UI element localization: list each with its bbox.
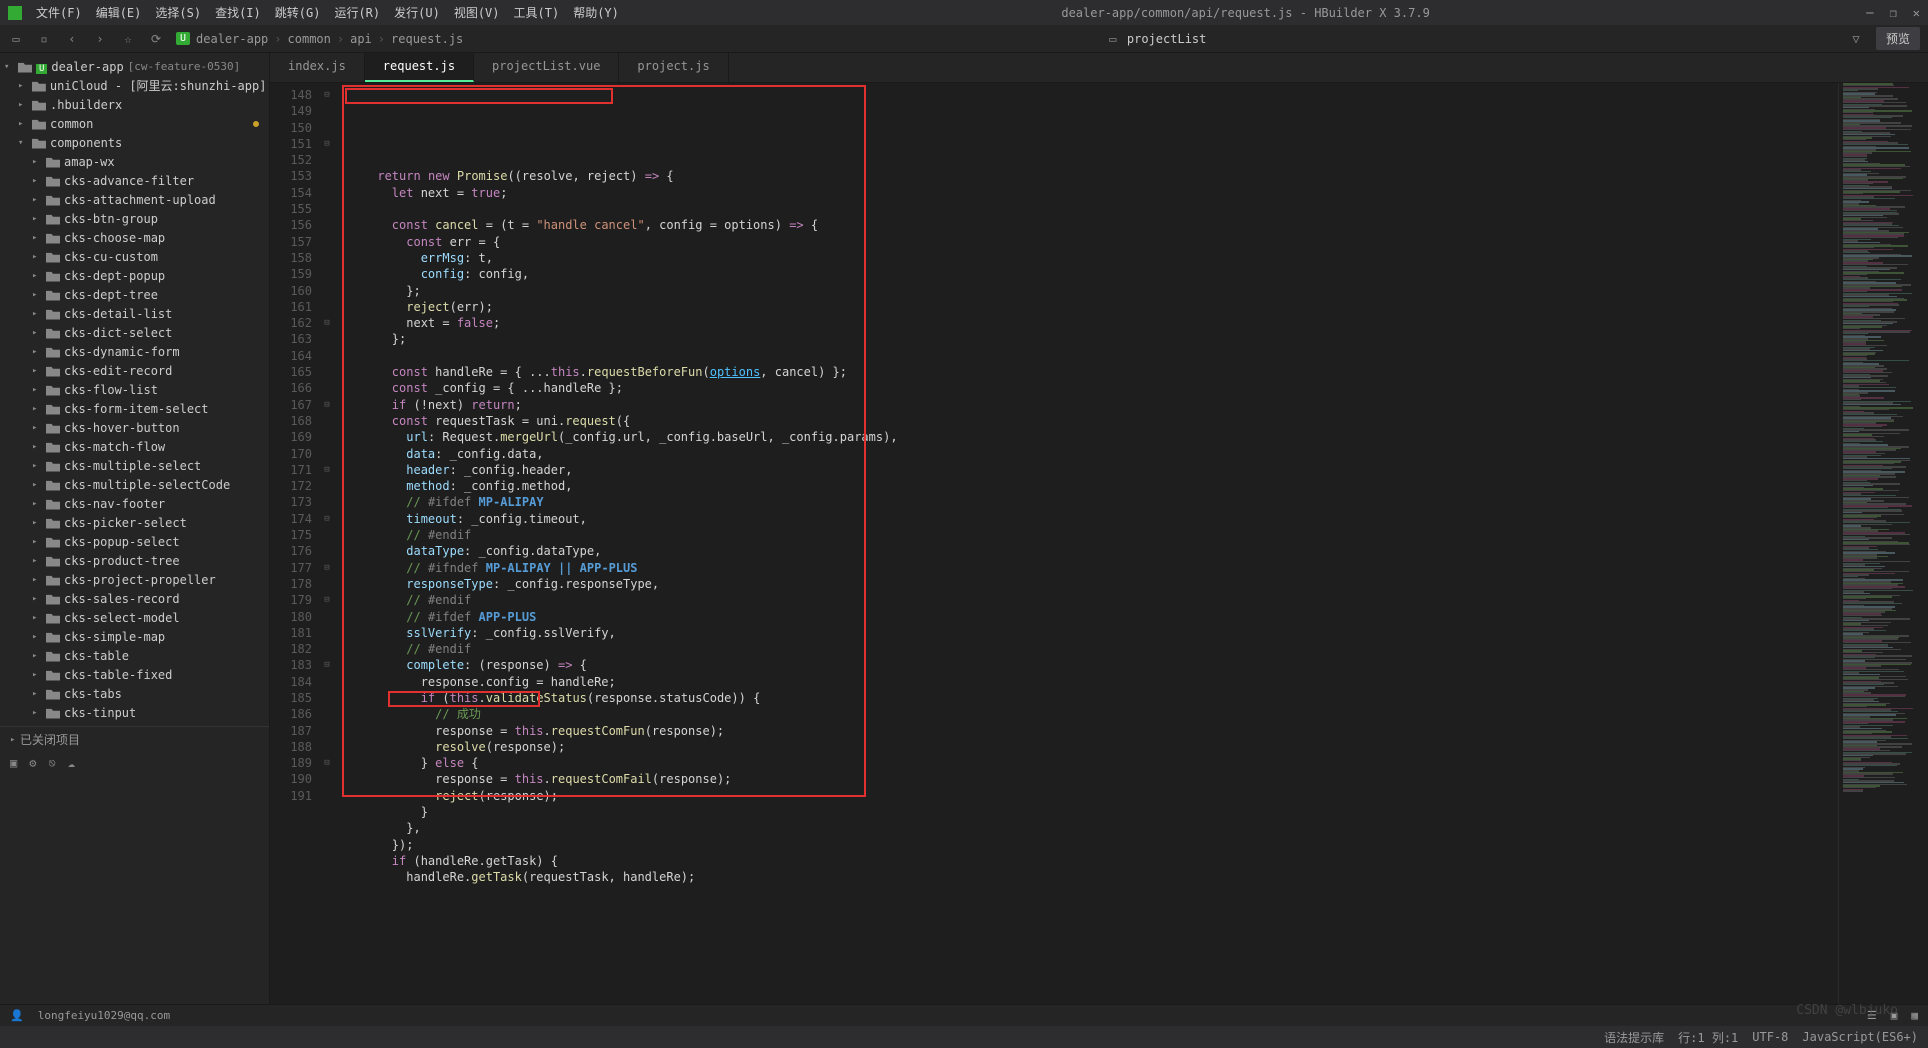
tab-project[interactable]: project.js — [619, 53, 728, 82]
menu-goto[interactable]: 跳转(G) — [269, 2, 327, 23]
watermark: CSDN @wlbjuko — [1796, 1003, 1898, 1018]
close-icon[interactable]: ✕ — [1913, 6, 1920, 20]
tree-item[interactable]: ▸cks-table-fixed — [0, 665, 269, 684]
bottom-statusbar: 语法提示库 行:1 列:1 UTF-8 JavaScript(ES6+) — [0, 1026, 1928, 1048]
fold-column[interactable]: ⊟⊟⊟⊟⊟⊟⊟⊟⊟⊟ — [320, 83, 334, 1004]
new-window-icon[interactable]: ▭ — [8, 31, 24, 47]
tree-item[interactable]: ▾Udealer-app[cw-feature-0530] — [0, 57, 269, 76]
account-email[interactable]: longfeiyu1029@qq.com — [38, 1009, 170, 1022]
link-icon[interactable]: ⎋ — [48, 756, 55, 770]
tree-item[interactable]: ▸cks-btn-group — [0, 209, 269, 228]
menu-help[interactable]: 帮助(Y) — [567, 2, 625, 23]
menu-tool[interactable]: 工具(T) — [508, 2, 566, 23]
tree-item[interactable]: ▸cks-dynamic-form — [0, 342, 269, 361]
tree-item[interactable]: ▸cks-multiple-select — [0, 456, 269, 475]
menu-file[interactable]: 文件(F) — [30, 2, 88, 23]
tree-item[interactable]: ▸.hbuilderx — [0, 95, 269, 114]
breadcrumb-p2[interactable]: api — [350, 32, 372, 46]
tree-item[interactable]: ▸cks-picker-select — [0, 513, 269, 532]
cloud-icon[interactable]: ☁ — [68, 756, 75, 770]
tree-item[interactable]: ▸cks-dept-popup — [0, 266, 269, 285]
tree-item[interactable]: ▸cks-advance-filter — [0, 171, 269, 190]
encoding[interactable]: UTF-8 — [1752, 1030, 1788, 1044]
tree-item[interactable]: ▸cks-nav-footer — [0, 494, 269, 513]
tree-item[interactable]: ▸cks-flow-list — [0, 380, 269, 399]
tree-item[interactable]: ▸cks-detail-list — [0, 304, 269, 323]
menu-find[interactable]: 查找(I) — [209, 2, 267, 23]
toolbar: ▭ ▫ ‹ › ☆ ⟳ U dealer-app › common › api … — [0, 25, 1928, 53]
tree-item[interactable]: ▸cks-tinput — [0, 703, 269, 722]
new-file-icon[interactable]: ▫ — [36, 31, 52, 47]
tab-projectlist[interactable]: projectList.vue — [474, 53, 619, 82]
tab-request[interactable]: request.js — [365, 53, 474, 82]
settings-icon[interactable]: ⚙ — [29, 756, 36, 770]
menu-view[interactable]: 视图(V) — [448, 2, 506, 23]
projectlist-icon[interactable]: ▭ — [1105, 31, 1121, 47]
main-menu: 文件(F) 编辑(E) 选择(S) 查找(I) 跳转(G) 运行(R) 发行(U… — [30, 2, 625, 23]
filter-icon[interactable]: ▽ — [1848, 31, 1864, 47]
tree-item[interactable]: ▸cks-project-propeller — [0, 570, 269, 589]
code-area[interactable]: return new Promise((resolve, reject) => … — [334, 83, 1838, 1004]
menu-release[interactable]: 发行(U) — [388, 2, 446, 23]
tree-item[interactable]: ▸cks-dept-tree — [0, 285, 269, 304]
nav-back-icon[interactable]: ‹ — [64, 31, 80, 47]
tree-item[interactable]: ▸cks-form-item-select — [0, 399, 269, 418]
line-gutter[interactable]: 1481491501511521531541551561571581591601… — [270, 83, 320, 1004]
tree-item[interactable]: ▸amap-wx — [0, 152, 269, 171]
tree-item[interactable]: ▸cks-multiple-selectCode — [0, 475, 269, 494]
menu-run[interactable]: 运行(R) — [328, 2, 386, 23]
refresh-icon[interactable]: ⟳ — [148, 31, 164, 47]
tree-item[interactable]: ▸cks-tabs — [0, 684, 269, 703]
app-logo-icon — [8, 6, 22, 20]
window-title: dealer-app/common/api/request.js - HBuil… — [625, 6, 1866, 20]
tree-item[interactable]: ▸cks-simple-map — [0, 627, 269, 646]
panel-icon-3[interactable]: ▦ — [1911, 1009, 1918, 1022]
closed-projects[interactable]: 已关闭项目 — [20, 731, 80, 748]
tree-item[interactable]: ▸cks-choose-map — [0, 228, 269, 247]
tree-item[interactable]: ▸cks-product-tree — [0, 551, 269, 570]
language-mode[interactable]: JavaScript(ES6+) — [1802, 1030, 1918, 1044]
highlight-box-promise — [345, 88, 613, 104]
file-explorer[interactable]: ▾Udealer-app[cw-feature-0530]▸uniCloud -… — [0, 53, 270, 1004]
menu-select[interactable]: 选择(S) — [149, 2, 207, 23]
breadcrumb-project[interactable]: dealer-app — [196, 32, 268, 46]
tree-item[interactable]: ▸cks-dict-select — [0, 323, 269, 342]
tree-item[interactable]: ▸cks-sales-record — [0, 589, 269, 608]
syntax-hint[interactable]: 语法提示库 — [1604, 1029, 1664, 1046]
minimap[interactable] — [1838, 83, 1928, 1004]
preview-button[interactable]: 预览 — [1876, 27, 1920, 50]
breadcrumb-p3[interactable]: request.js — [391, 32, 463, 46]
terminal-icon[interactable]: ▣ — [10, 756, 17, 770]
cursor-position[interactable]: 行:1 列:1 — [1678, 1029, 1738, 1046]
maximize-icon[interactable]: ❐ — [1890, 6, 1897, 20]
tree-item[interactable]: ▾components — [0, 133, 269, 152]
breadcrumb-p1[interactable]: common — [288, 32, 331, 46]
projectlist-label[interactable]: projectList — [1127, 32, 1206, 46]
tab-index[interactable]: index.js — [270, 53, 365, 82]
breadcrumb: U dealer-app › common › api › request.js — [176, 32, 463, 46]
account-icon[interactable]: 👤 — [10, 1009, 24, 1022]
minimize-icon[interactable]: ─ — [1866, 6, 1873, 20]
editor-panel: index.js request.js projectList.vue proj… — [270, 53, 1928, 1004]
breadcrumb-project-icon[interactable]: U — [176, 32, 190, 45]
tree-item[interactable]: ▸cks-table — [0, 646, 269, 665]
tree-item[interactable]: ▸uniCloud - [阿里云:shunzhi-app] — [0, 76, 269, 95]
nav-forward-icon[interactable]: › — [92, 31, 108, 47]
editor-tabs: index.js request.js projectList.vue proj… — [270, 53, 1928, 83]
tree-item[interactable]: ▸cks-attachment-upload — [0, 190, 269, 209]
tree-item[interactable]: ▸cks-popup-select — [0, 532, 269, 551]
tree-item[interactable]: ▸cks-edit-record — [0, 361, 269, 380]
statusbar: 👤 longfeiyu1029@qq.com ☰ ▣ ▦ — [0, 1004, 1928, 1026]
titlebar: 文件(F) 编辑(E) 选择(S) 查找(I) 跳转(G) 运行(R) 发行(U… — [0, 0, 1928, 25]
tree-item[interactable]: ▸cks-hover-button — [0, 418, 269, 437]
tree-item[interactable]: ▸cks-match-flow — [0, 437, 269, 456]
chevron-right-icon[interactable]: ▸ — [10, 735, 20, 745]
tree-item[interactable]: ▸cks-select-model — [0, 608, 269, 627]
tree-item[interactable]: ▸cks-cu-custom — [0, 247, 269, 266]
favorite-icon[interactable]: ☆ — [120, 31, 136, 47]
menu-edit[interactable]: 编辑(E) — [90, 2, 148, 23]
tree-item[interactable]: ▸common — [0, 114, 269, 133]
